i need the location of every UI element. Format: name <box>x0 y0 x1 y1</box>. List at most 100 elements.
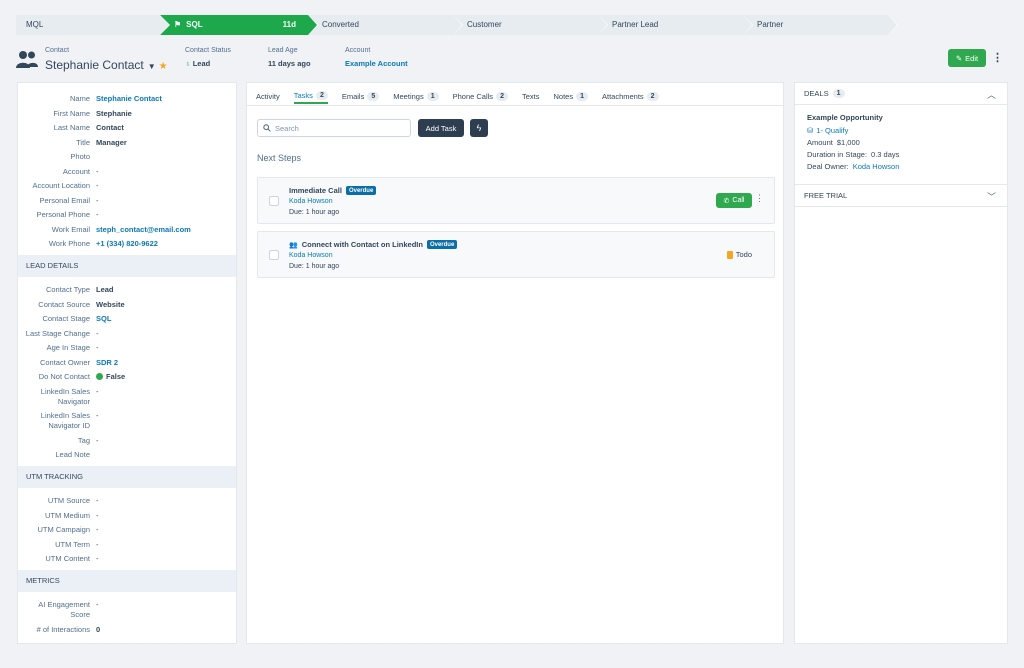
activity-panel: Activity Tasks 2 Emails 5 Meetings 1 Phone … <box>246 82 784 644</box>
task-more-icon[interactable]: ⋮ <box>755 193 764 204</box>
account-label: Account <box>345 47 371 54</box>
tab-emails[interactable]: Emails 5 <box>342 89 380 104</box>
field-photo: Photo <box>18 152 236 162</box>
field-utm-source: UTM Source - <box>18 496 236 506</box>
field-label: Do Not Contact <box>38 372 90 381</box>
field-label: Contact Source <box>38 299 90 309</box>
task-search-input[interactable]: Search <box>257 119 411 137</box>
free-trial-header[interactable]: FREE TRIAL ﹀ <box>795 185 1007 207</box>
label-line: LinkedIn Sales <box>40 411 90 420</box>
field-label: Personal Email <box>39 195 90 205</box>
tab-activity[interactable]: Activity <box>256 89 280 104</box>
field-do-not-contact: Do Not Contact False <box>18 372 236 382</box>
task-owner-link[interactable]: Koda Howson <box>289 252 333 259</box>
work-email-link[interactable]: steph_contact@email.com <box>96 225 236 235</box>
todo-label: Todo <box>735 250 752 259</box>
call-button[interactable]: ✆ Call <box>716 193 752 208</box>
tab-attachments[interactable]: Attachments 2 <box>602 89 659 104</box>
stage-sql[interactable]: ⚑ SQL 11d <box>160 15 318 35</box>
stage-label: Customer <box>467 20 502 29</box>
stage-pipeline: MQL ⚑ SQL 11d Converted Customer Partner … <box>16 15 1008 35</box>
field-value[interactable]: SQL <box>96 314 236 324</box>
search-placeholder: Search <box>275 123 299 133</box>
stage-partner[interactable]: Partner <box>743 15 898 35</box>
field-contact-source: Contact Source Website <box>18 300 236 310</box>
field-account-location: Account Location - <box>18 181 236 191</box>
contacts-icon <box>16 51 38 68</box>
account-link[interactable]: Example Account <box>345 59 408 68</box>
stage-partner-lead[interactable]: Partner Lead <box>598 15 753 35</box>
field-personal-email: Personal Email - <box>18 196 236 206</box>
field-value: - <box>96 496 99 505</box>
field-value[interactable]: Stephanie Contact <box>96 94 236 104</box>
tab-phone-calls[interactable]: Phone Calls 2 <box>453 89 508 104</box>
chevron-down-icon[interactable]: ﹀ <box>987 190 996 203</box>
tab-divider <box>247 105 783 106</box>
deal-owner: Deal Owner: Koda Howson <box>807 162 995 171</box>
field-name: Name Stephanie Contact <box>18 94 236 104</box>
field-linkedin-navigator: LinkedIn Sales Navigator - <box>18 387 236 407</box>
deals-header[interactable]: DEALS 1 ︿ <box>795 83 1007 105</box>
activity-tabs: Activity Tasks 2 Emails 5 Meetings 1 Phone … <box>256 89 673 106</box>
stage-label: MQL <box>26 20 44 29</box>
add-task-button[interactable]: Add Task <box>418 119 464 137</box>
task-card[interactable]: Immediate Call Overdue Koda Howson Due: 1… <box>257 177 775 224</box>
tab-texts[interactable]: Texts <box>522 89 540 104</box>
deal-owner-link[interactable]: Koda Howson <box>853 162 900 171</box>
clipboard-icon <box>726 250 733 259</box>
tab-tasks[interactable]: Tasks 2 <box>293 89 328 104</box>
deal-owner-label: Deal Owner: <box>807 162 849 171</box>
task-owner-link[interactable]: Koda Howson <box>289 198 333 205</box>
tab-meetings[interactable]: Meetings 1 <box>393 89 439 104</box>
field-utm-medium: UTM Medium - <box>18 511 236 521</box>
field-value: - <box>96 525 99 534</box>
field-account: Account - <box>18 167 236 177</box>
phone-icon: ✆ <box>723 197 730 205</box>
deal-duration: Duration in Stage: 0.3 days <box>807 150 995 159</box>
field-age-in-stage: Age In Stage - <box>18 343 236 353</box>
more-options-icon[interactable]: ⋮ <box>992 51 1003 64</box>
tab-label: Attachments <box>601 92 644 101</box>
tab-notes[interactable]: Notes 1 <box>553 89 588 104</box>
task-checkbox[interactable] <box>269 196 279 206</box>
metrics-heading[interactable]: METRICS <box>18 570 236 592</box>
utm-tracking-heading[interactable]: UTM TRACKING <box>18 466 236 488</box>
field-contact-owner: Contact Owner SDR 2 <box>18 358 236 368</box>
star-icon[interactable]: ★ <box>159 61 168 72</box>
field-label: UTM Medium <box>44 510 90 520</box>
field-label: Work Email <box>51 224 90 234</box>
contact-status-value: ♁ Lead <box>185 59 231 68</box>
work-phone-link[interactable]: +1 (334) 820-9622 <box>96 239 236 249</box>
stage-mql[interactable]: MQL <box>16 15 170 35</box>
overdue-badge: Overdue <box>426 240 458 249</box>
caret-down-icon[interactable]: ▼ <box>148 62 156 71</box>
account: Account Example Account <box>345 47 408 68</box>
lead-age: Lead Age 11 days ago <box>268 47 311 68</box>
flag-icon: ⚑ <box>174 20 182 29</box>
field-personal-phone: Personal Phone - <box>18 210 236 220</box>
field-work-phone: Work Phone +1 (334) 820-9622 <box>18 239 236 249</box>
stage-customer[interactable]: Customer <box>453 15 608 35</box>
field-value: - <box>96 386 99 396</box>
lead-details-heading[interactable]: LEAD DETAILS <box>18 255 236 277</box>
field-label: # of Interactions <box>36 624 90 634</box>
next-steps-heading: Next Steps <box>257 153 302 163</box>
deal-name[interactable]: Example Opportunity <box>807 113 995 122</box>
todo-status[interactable]: Todo <box>726 250 752 259</box>
chevron-up-icon[interactable]: ︿ <box>987 88 996 101</box>
field-utm-content: UTM Content - <box>18 554 236 564</box>
record-header: Contact Stephanie Contact ▼ ★ Contact Stat… <box>16 44 1008 78</box>
task-checkbox[interactable] <box>269 250 279 260</box>
deal-stage[interactable]: ⛁ 1- Qualify <box>807 126 995 135</box>
tab-label: Texts <box>521 92 540 101</box>
stage-converted[interactable]: Converted <box>308 15 463 35</box>
task-card[interactable]: 👥 Connect with Contact on LinkedIn Overdue… <box>257 231 775 278</box>
lightning-icon[interactable]: ϟ <box>470 119 488 137</box>
edit-button[interactable]: ✎ Edit <box>948 49 986 67</box>
deals-panel: DEALS 1 ︿ Example Opportunity ⛁ 1- Qualif… <box>794 82 1008 644</box>
field-value[interactable]: SDR 2 <box>96 358 236 368</box>
task-title: 👥 Connect with Contact on LinkedIn Overdue <box>289 240 458 249</box>
field-value: Website <box>96 299 125 309</box>
label-line: Navigator ID <box>48 421 90 430</box>
field-label: Lead Note <box>55 450 90 459</box>
